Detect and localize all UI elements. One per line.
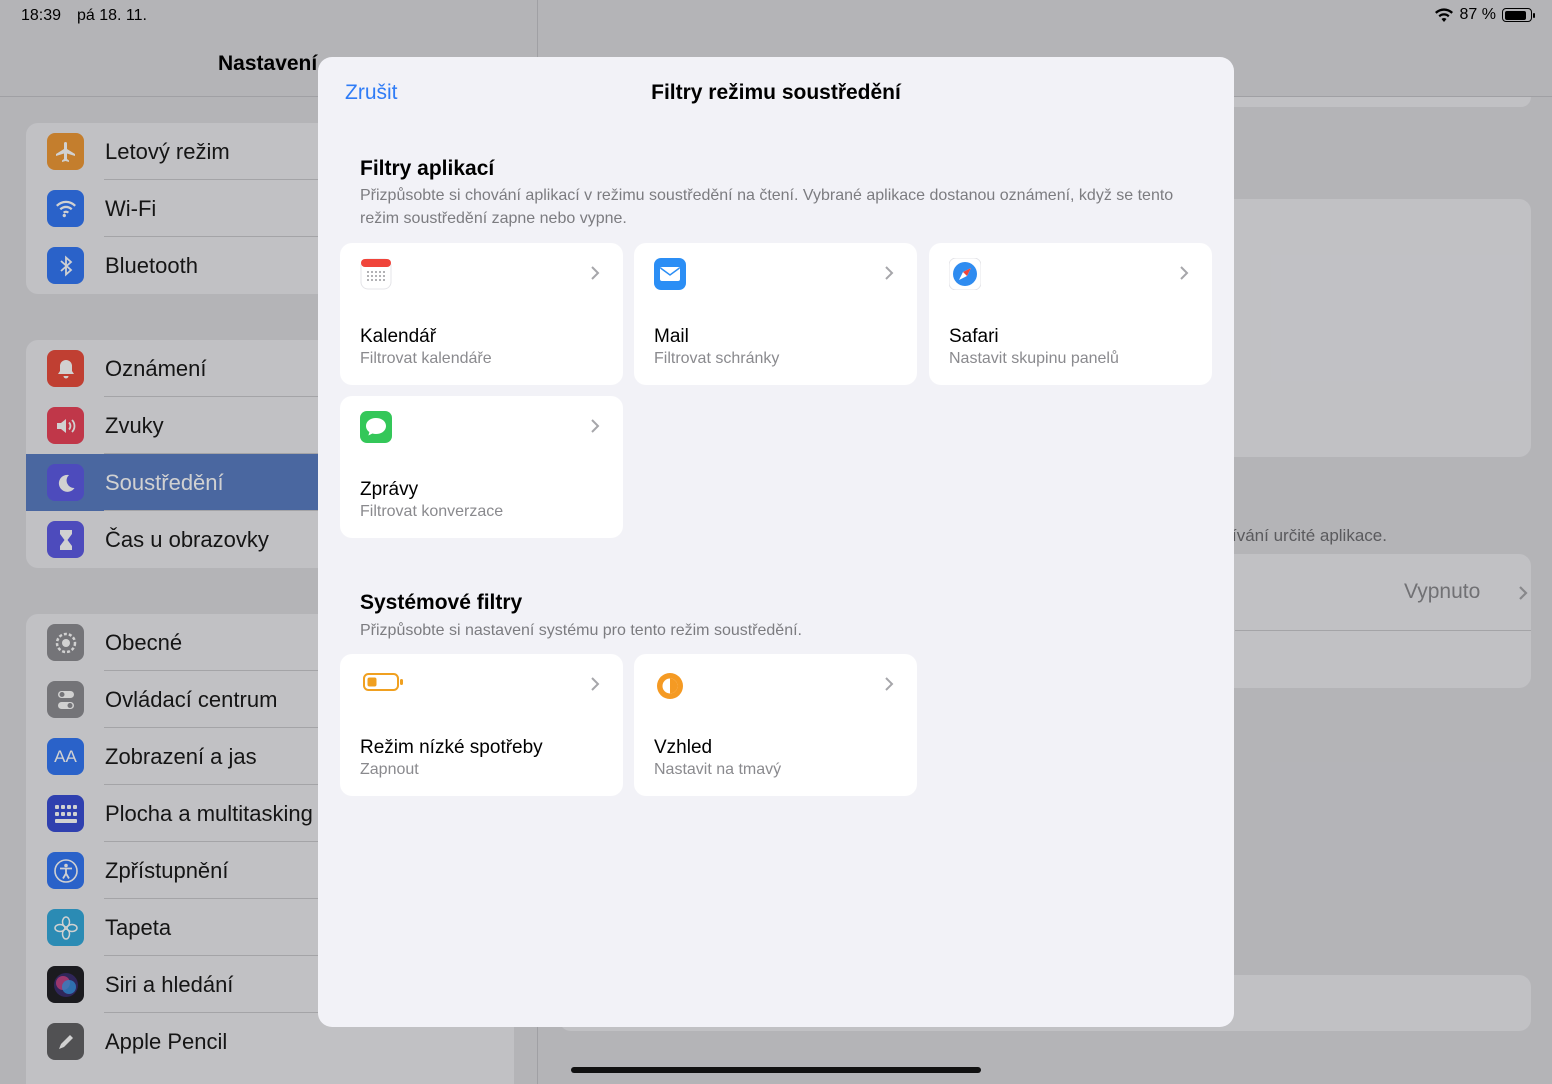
chevron-right-icon [885, 677, 894, 691]
safari-icon [949, 258, 981, 290]
status-right: 87 % [1434, 6, 1535, 24]
calendar-icon [360, 258, 392, 290]
card-title: Mail [654, 326, 689, 347]
system-filters-description: Přizpůsobte si nastavení systému pro ten… [360, 622, 802, 639]
filter-card-messages[interactable]: Zprávy Filtrovat konverzace [340, 396, 623, 538]
battery-icon [1502, 8, 1535, 22]
filter-card-appearance[interactable]: Vzhled Nastavit na tmavý [634, 654, 917, 796]
wifi-status-icon [1434, 7, 1453, 22]
chevron-right-icon [591, 419, 600, 433]
chevron-right-icon [885, 266, 894, 280]
card-subtitle: Nastavit skupinu panelů [949, 350, 1119, 367]
messages-icon [360, 411, 392, 443]
card-subtitle: Filtrovat kalendáře [360, 350, 492, 367]
status-date: pá 18. 11. [77, 7, 147, 24]
app-filters-title: Filtry aplikací [360, 157, 495, 180]
chevron-right-icon [591, 677, 600, 691]
status-time: 18:39 [21, 7, 62, 24]
card-subtitle: Nastavit na tmavý [654, 761, 782, 778]
card-title: Režim nízké spotřeby [360, 737, 543, 758]
mail-icon [654, 258, 686, 290]
status-bar: 18:39 pá 18. 11. 87 % [0, 0, 1552, 32]
modal-title: Filtry režimu soustředění [651, 81, 901, 104]
card-subtitle: Filtrovat schránky [654, 350, 780, 367]
card-title: Vzhled [654, 737, 713, 758]
filter-card-low-power[interactable]: Režim nízké spotřeby Zapnout [340, 654, 623, 796]
card-title: Kalendář [360, 326, 437, 347]
home-indicator[interactable] [571, 1067, 981, 1073]
card-title: Zprávy [360, 479, 419, 500]
filter-card-calendar[interactable]: Kalendář Filtrovat kalendáře [340, 243, 623, 385]
focus-filters-modal: Zrušit Filtry režimu soustředění Filtry … [318, 57, 1234, 1027]
battery-percent: 87 % [1459, 6, 1496, 23]
system-filters-title: Systémové filtry [360, 591, 523, 614]
card-subtitle: Zapnout [360, 761, 419, 778]
chevron-right-icon [591, 266, 600, 280]
battery-fill [1504, 10, 1527, 20]
card-title: Safari [949, 326, 999, 347]
chevron-right-icon [1180, 266, 1189, 280]
low-battery-icon [362, 666, 406, 698]
filter-card-safari[interactable]: Safari Nastavit skupinu panelů [929, 243, 1212, 385]
appearance-icon [654, 670, 686, 702]
filter-card-mail[interactable]: Mail Filtrovat schránky [634, 243, 917, 385]
card-subtitle: Filtrovat konverzace [360, 503, 504, 520]
app-filters-description: Přizpůsobte si chování aplikací v režimu… [360, 187, 1174, 227]
